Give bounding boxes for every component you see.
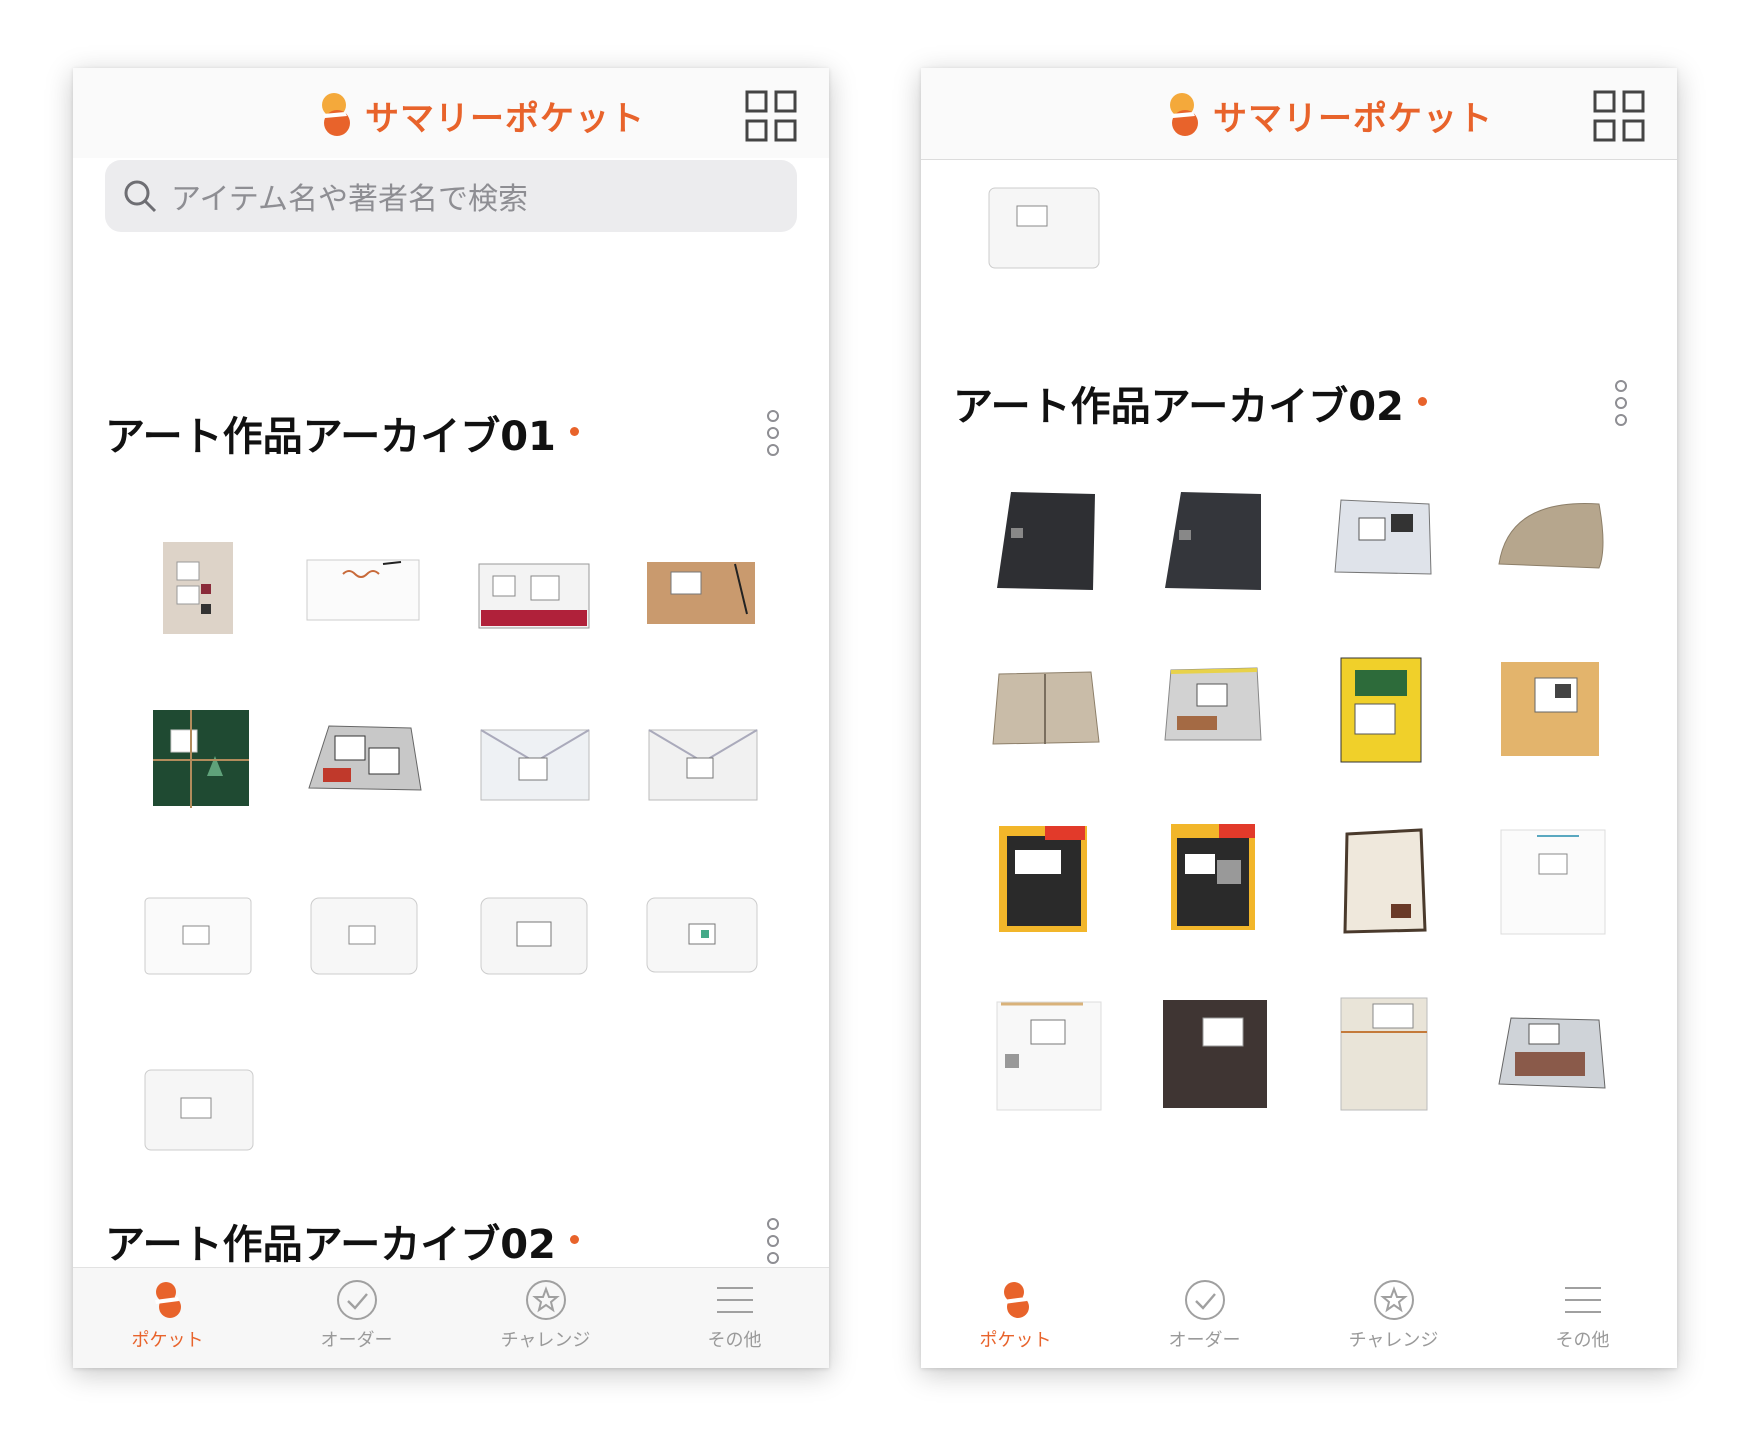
- item-thumbnail[interactable]: [631, 868, 771, 998]
- item-thumbnail[interactable]: [463, 868, 603, 998]
- item-thumbnail[interactable]: [1311, 988, 1451, 1118]
- item-thumbnail[interactable]: [975, 644, 1115, 774]
- star-circle-icon: [524, 1278, 568, 1322]
- tab-pocket[interactable]: ポケット: [73, 1268, 262, 1368]
- phone-screen-1: サマリーポケット アイテム名や著者名で検索 アート作品アーカイブ01 アート作品…: [73, 68, 829, 1368]
- logo-mark-icon: [315, 92, 357, 138]
- tab-other[interactable]: その他: [1488, 1268, 1677, 1368]
- item-thumbnail[interactable]: [293, 868, 433, 998]
- tab-order[interactable]: オーダー: [1110, 1268, 1299, 1368]
- tab-label: ポケット: [979, 1330, 1052, 1351]
- section-title-text: アート作品アーカイブ02: [105, 1222, 556, 1268]
- menu-icon: [1561, 1278, 1605, 1322]
- new-dot: [1417, 396, 1427, 406]
- pocket-icon: [146, 1278, 190, 1322]
- new-dot: [569, 1234, 579, 1244]
- tab-bar: ポケット オーダー チャレンジ その他: [73, 1267, 829, 1368]
- tab-label: オーダー: [320, 1330, 393, 1351]
- item-thumbnail[interactable]: [1141, 478, 1281, 608]
- item-thumbnail[interactable]: [127, 696, 267, 826]
- item-thumbnail[interactable]: [1311, 814, 1451, 944]
- grid-icon[interactable]: [745, 90, 797, 142]
- item-thumbnail[interactable]: [1479, 988, 1619, 1118]
- search-placeholder: アイテム名や著者名で検索: [171, 182, 528, 217]
- item-thumbnail[interactable]: [975, 478, 1115, 608]
- phone-screen-2: サマリーポケット アート作品アーカイブ02 ポケット オーダー チャレンジ その…: [921, 68, 1677, 1368]
- item-thumbnail[interactable]: [463, 696, 603, 826]
- tab-other[interactable]: その他: [640, 1268, 829, 1368]
- item-thumbnail[interactable]: [293, 696, 433, 826]
- item-thumbnail[interactable]: [1141, 644, 1281, 774]
- section-title[interactable]: アート作品アーカイブ02: [953, 374, 1427, 432]
- tab-label: オーダー: [1168, 1330, 1241, 1351]
- app-header: サマリーポケット: [921, 68, 1677, 160]
- tab-challenge[interactable]: チャレンジ: [451, 1268, 640, 1368]
- tab-label: その他: [707, 1330, 762, 1351]
- app-header: サマリーポケット: [73, 68, 829, 158]
- item-thumbnail[interactable]: [1479, 478, 1619, 608]
- item-thumbnail[interactable]: [1479, 814, 1619, 944]
- tab-label: チャレンジ: [500, 1330, 591, 1351]
- item-thumbnail[interactable]: [463, 524, 603, 654]
- logo-mark-icon: [1163, 92, 1205, 138]
- tab-pocket[interactable]: ポケット: [921, 1268, 1110, 1368]
- item-thumbnail[interactable]: [1141, 814, 1281, 944]
- tab-label: ポケット: [131, 1330, 204, 1351]
- app-logo: サマリーポケット: [1163, 90, 1493, 140]
- section-menu-button[interactable]: [763, 410, 783, 456]
- item-thumbnail[interactable]: [1311, 644, 1451, 774]
- item-thumbnail[interactable]: [631, 696, 771, 826]
- tab-bar: ポケット オーダー チャレンジ その他: [921, 1268, 1677, 1368]
- item-thumbnail[interactable]: [127, 1040, 267, 1170]
- item-thumbnail[interactable]: [127, 868, 267, 998]
- tab-order[interactable]: オーダー: [262, 1268, 451, 1368]
- search-input[interactable]: アイテム名や著者名で検索: [105, 160, 797, 232]
- section-title[interactable]: アート作品アーカイブ01: [105, 404, 579, 462]
- pocket-icon: [994, 1278, 1038, 1322]
- item-thumbnail[interactable]: [975, 988, 1115, 1118]
- section-menu-button[interactable]: [1611, 380, 1631, 426]
- app-logo: サマリーポケット: [315, 90, 645, 140]
- item-thumbnail[interactable]: [1479, 644, 1619, 774]
- item-thumbnail[interactable]: [631, 524, 771, 654]
- logo-text: サマリーポケット: [365, 98, 645, 139]
- section-title-text: アート作品アーカイブ02: [953, 384, 1404, 430]
- grid-icon[interactable]: [1593, 90, 1645, 142]
- section-title-text: アート作品アーカイブ01: [105, 414, 556, 460]
- item-thumbnail[interactable]: [1141, 988, 1281, 1118]
- item-thumbnail[interactable]: [293, 524, 433, 654]
- star-circle-icon: [1372, 1278, 1416, 1322]
- check-circle-icon: [335, 1278, 379, 1322]
- item-thumbnail[interactable]: [971, 168, 1111, 298]
- menu-icon: [713, 1278, 757, 1322]
- search-icon: [123, 179, 157, 213]
- tab-label: その他: [1555, 1330, 1610, 1351]
- check-circle-icon: [1183, 1278, 1227, 1322]
- new-dot: [569, 426, 579, 436]
- section-title[interactable]: アート作品アーカイブ02: [105, 1212, 579, 1270]
- section-menu-button[interactable]: [763, 1218, 783, 1264]
- tab-label: チャレンジ: [1348, 1330, 1439, 1351]
- item-thumbnail[interactable]: [127, 524, 267, 654]
- item-thumbnail[interactable]: [975, 814, 1115, 944]
- item-thumbnail[interactable]: [1311, 478, 1451, 608]
- logo-text: サマリーポケット: [1213, 98, 1493, 139]
- tab-challenge[interactable]: チャレンジ: [1299, 1268, 1488, 1368]
